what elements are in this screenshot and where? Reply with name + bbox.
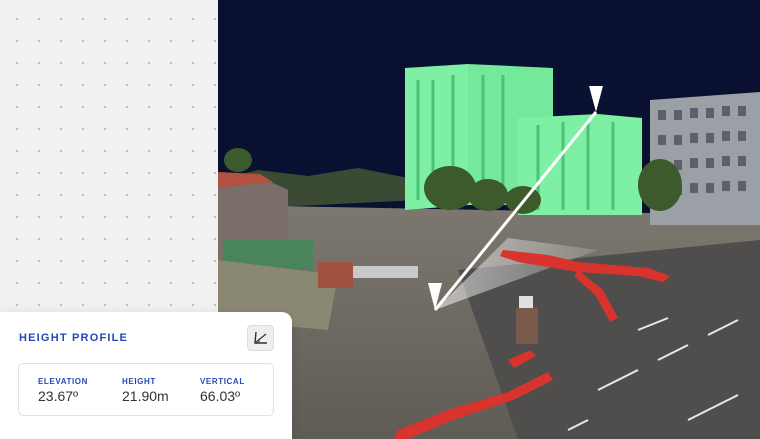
angle-measure-icon (253, 331, 267, 344)
panel-title: HEIGHT PROFILE (19, 332, 129, 344)
point-cloud-viewport[interactable] (218, 0, 760, 439)
metric-vertical: VERTICAL 66.03º (200, 377, 245, 404)
point-cloud-scene (218, 0, 760, 439)
metric-label: ELEVATION (38, 377, 88, 386)
metric-label: VERTICAL (200, 377, 245, 386)
road-sign (519, 296, 533, 308)
metrics-box: ELEVATION 23.67º HEIGHT 21.90m VERTICAL … (18, 363, 274, 416)
metric-elevation: ELEVATION 23.67º (38, 377, 88, 404)
angle-measure-button[interactable] (247, 325, 274, 351)
metric-label: HEIGHT (122, 377, 156, 386)
small-hut (318, 262, 353, 288)
shelter-roof (348, 266, 418, 278)
metric-value: 21.90m (122, 388, 169, 404)
metric-value: 66.03º (200, 388, 241, 404)
ticket-booth (516, 308, 538, 344)
metric-height: HEIGHT 21.90m (122, 377, 169, 404)
metric-value: 23.67º (38, 388, 79, 404)
